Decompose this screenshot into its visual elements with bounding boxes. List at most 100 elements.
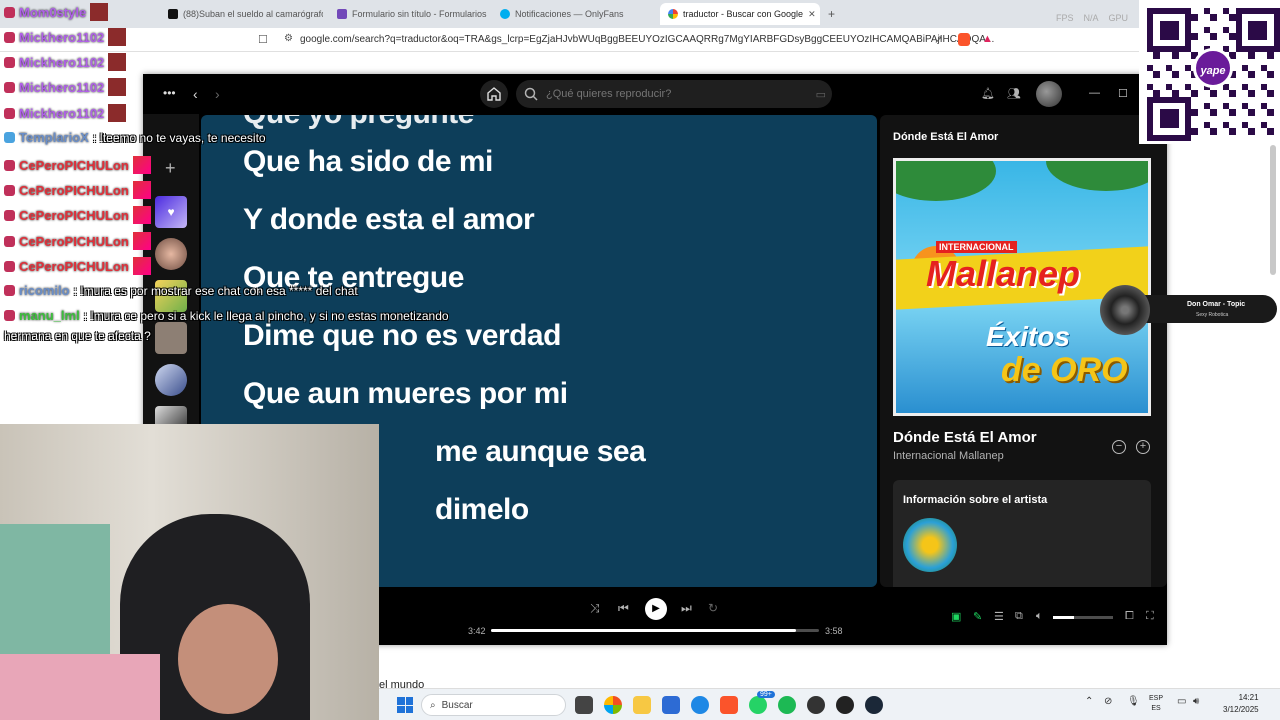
close-icon[interactable]: ✕ [808, 9, 816, 20]
shuffle-icon[interactable]: ⤨ [590, 601, 600, 616]
lyric-line[interactable]: Que aun mueres por mi [243, 377, 568, 411]
remove-icon[interactable]: − [1112, 440, 1126, 454]
speaker-icon[interactable]: 🔊︎ [1193, 696, 1199, 707]
url-field[interactable]: google.com/search?q=traductor&oq=TRA&gs_… [300, 34, 994, 45]
task-view-icon[interactable] [575, 696, 593, 714]
volume-icon[interactable]: 🔈︎ [1036, 610, 1043, 623]
lyric-line[interactable]: dimelo [435, 493, 529, 527]
mic-icon[interactable]: 🎙︎ [1127, 696, 1140, 707]
chat-message: Mickhero1102 [4, 78, 127, 96]
edge-icon[interactable] [691, 696, 709, 714]
file-explorer-icon[interactable] [633, 696, 651, 714]
system-clock[interactable]: 14:21 3/12/2025 [1223, 692, 1259, 716]
library-item-artist[interactable] [155, 238, 187, 270]
add-icon[interactable]: + [165, 158, 176, 179]
palm-leaf-icon [1046, 161, 1148, 191]
song-title[interactable]: Dónde Está El Amor [893, 429, 1037, 446]
library-item-album[interactable] [155, 322, 187, 354]
about-artist-card[interactable]: Información sobre el artista [893, 480, 1151, 587]
chat-username[interactable]: Mickhero1102 [19, 30, 104, 45]
play-button[interactable]: ▶ [645, 598, 667, 620]
chat-username[interactable]: Mickhero1102 [19, 106, 104, 121]
obs-icon[interactable] [807, 696, 825, 714]
library-item-artist-2[interactable] [155, 364, 187, 396]
display-icon[interactable]: ▭ [1177, 696, 1186, 707]
lyric-line[interactable]: Dime que no es verdad [243, 319, 561, 353]
lyric-line[interactable]: Que ha sido de mi [243, 145, 493, 179]
connect-device-icon[interactable]: ⧉ [1015, 610, 1023, 623]
rewards-icon[interactable]: ▲ [982, 33, 993, 45]
tab-tiktok[interactable]: (88)Suban el sueldo al camarógrafo [168, 3, 323, 25]
tab-onlyfans[interactable]: Notificaciones — OnlyFans [500, 3, 650, 25]
duration-time: 3:58 [825, 626, 843, 636]
now-playing-view-icon[interactable]: ▣ [951, 610, 961, 623]
chat-emote-icon [132, 181, 151, 199]
chat-username[interactable]: Mickhero1102 [19, 80, 104, 95]
chat-username[interactable]: CePeroPICHULon [19, 259, 129, 274]
artist-name[interactable]: Internacional Mallanep [893, 450, 1004, 462]
queue-icon[interactable]: ☰ [994, 610, 1004, 623]
maximize-icon[interactable]: ☐ [1118, 87, 1128, 100]
tray-chevron-icon[interactable]: ⌃ [1085, 696, 1093, 707]
minimize-icon[interactable]: — [1089, 87, 1100, 99]
new-tab-button[interactable]: + [828, 3, 840, 25]
profile-avatar[interactable] [1036, 81, 1062, 107]
bookmark-icon[interactable]: ☐ [258, 33, 268, 46]
whatsapp-icon[interactable] [749, 696, 767, 714]
home-button[interactable] [480, 80, 508, 108]
spotify-search[interactable]: ▭ [516, 80, 832, 108]
bell-icon[interactable]: 🔔︎ [981, 87, 995, 100]
network-off-icon[interactable]: ⊘ [1104, 696, 1112, 707]
chat-username[interactable]: ricomilo [19, 283, 70, 298]
previous-icon[interactable]: ⏮︎ [618, 601, 629, 616]
chat-badge-icon [4, 56, 15, 68]
next-icon[interactable]: ⏭︎ [681, 601, 692, 616]
store-icon[interactable] [662, 696, 680, 714]
menu-dots-icon[interactable]: ••• [163, 86, 176, 100]
friends-icon[interactable]: 👥︎ [1007, 87, 1021, 100]
back-arrow-icon[interactable]: ‹ [193, 86, 198, 102]
chat-username[interactable]: Mom0style [19, 5, 86, 20]
site-info-icon[interactable]: ⚙ [284, 33, 293, 44]
tab-google[interactable]: traductor - Buscar con Google ✕ [660, 3, 820, 25]
language-indicator[interactable]: ESP ES [1149, 694, 1163, 714]
chat-username[interactable]: CePeroPICHULon [19, 183, 129, 198]
chat-badge-icon [4, 184, 15, 196]
progress-bar[interactable] [491, 629, 819, 632]
chat-badge-icon [4, 31, 15, 43]
address-bar: ☐ ⚙ google.com/search?q=traductor&oq=TRA… [0, 28, 1280, 52]
page-scrollbar[interactable] [1270, 145, 1276, 275]
lyric-line[interactable]: Y donde esta el amor [243, 203, 535, 237]
browse-icon[interactable]: ▭ [816, 88, 826, 101]
spotify-icon[interactable] [778, 696, 796, 714]
app-icon[interactable] [836, 696, 854, 714]
taskbar-search[interactable]: ⌕ Buscar [421, 694, 566, 716]
steam-icon[interactable] [865, 696, 883, 714]
chat-username[interactable]: CePeroPICHULon [19, 208, 129, 223]
chat-username[interactable]: CePeroPICHULon [19, 234, 129, 249]
chat-username[interactable]: manu_lml [19, 308, 80, 323]
volume-slider[interactable] [1053, 616, 1113, 619]
search-input[interactable] [546, 88, 796, 100]
chat-username[interactable]: CePeroPICHULon [19, 158, 129, 173]
yt-track-subtitle: Sexy Robotica [1196, 312, 1229, 318]
lyric-line-prev: Que yo pregunte [243, 115, 474, 131]
miniplayer-icon[interactable]: ⧠ [1125, 610, 1134, 623]
windows-start-icon[interactable] [397, 697, 413, 713]
brave-icon[interactable] [720, 696, 738, 714]
forward-arrow-icon[interactable]: › [215, 86, 220, 102]
chat-username[interactable]: TemplarioX [19, 130, 89, 145]
repeat-icon[interactable]: ↻ [708, 601, 718, 615]
copilot-icon[interactable] [604, 696, 622, 714]
tab-forms[interactable]: Formulario sin título - Formularios de [337, 3, 487, 25]
clock-time: 14:21 [1238, 693, 1259, 702]
chat-username[interactable]: Mickhero1102 [19, 55, 104, 70]
fullscreen-icon[interactable]: ⛶ [1146, 610, 1154, 623]
add-to-playlist-icon[interactable]: + [1136, 440, 1150, 454]
lyric-line[interactable]: me aunque sea [435, 435, 646, 469]
brave-shield-icon[interactable] [958, 33, 970, 46]
lyrics-icon[interactable]: ✎ [973, 610, 982, 623]
share-icon[interactable]: ↗ [934, 33, 943, 46]
chat-badge-icon [4, 81, 15, 93]
liked-songs-item[interactable]: ♥ [155, 196, 187, 228]
